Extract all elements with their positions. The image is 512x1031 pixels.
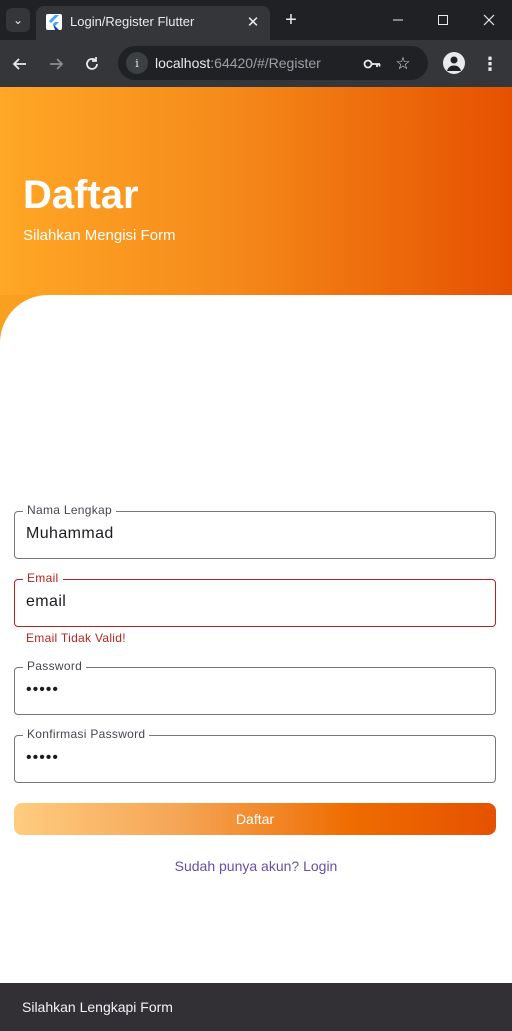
email-value: email (26, 593, 67, 610)
page-title: Daftar (23, 173, 139, 217)
snackbar-message: Silahkan Lengkapi Form (22, 999, 173, 1015)
tab-search-button[interactable]: ⌄ (6, 8, 30, 32)
page-header: Daftar Silahkan Mengisi Form (0, 87, 512, 295)
password-label: Password (23, 659, 87, 673)
minimize-icon[interactable] (383, 6, 413, 34)
email-label: Email (23, 571, 63, 585)
forward-arrow-icon[interactable] (42, 50, 70, 78)
maximize-icon[interactable] (428, 6, 458, 34)
new-tab-button[interactable]: + (279, 8, 303, 32)
bookmark-star-icon[interactable]: ☆ (392, 53, 414, 75)
back-arrow-icon[interactable] (6, 50, 34, 78)
url-text[interactable]: localhost:64420/#/Register (155, 55, 321, 71)
email-field[interactable]: Email email (14, 571, 496, 627)
more-menu-icon[interactable]: ⋮ (480, 50, 500, 78)
page-subtitle: Silahkan Mengisi Form (23, 227, 176, 244)
confirm-password-field[interactable]: Konfirmasi Password ••••• (14, 727, 496, 783)
password-value: ••••• (26, 681, 60, 698)
reload-icon[interactable] (78, 50, 106, 78)
confirm-password-label: Konfirmasi Password (23, 727, 150, 741)
window-close-icon[interactable] (474, 6, 504, 34)
full-name-label: Nama Lengkap (23, 503, 116, 517)
full-name-value: Muhammad (26, 525, 114, 542)
flutter-favicon-icon (46, 14, 62, 30)
email-error-text: Email Tidak Valid! (26, 631, 126, 645)
password-field[interactable]: Password ••••• (14, 659, 496, 715)
browser-toolbar: i localhost:64420/#/Register ☆ ⋮ (0, 40, 512, 87)
chevron-down-icon: ⌄ (12, 13, 24, 27)
address-bar[interactable]: i localhost:64420/#/Register ☆ (118, 46, 428, 80)
tab-title: Login/Register Flutter (70, 14, 195, 29)
browser-tab[interactable]: Login/Register Flutter ✕ (36, 6, 270, 40)
close-tab-icon[interactable]: ✕ (242, 11, 264, 33)
browser-tabstrip: ⌄ Login/Register Flutter ✕ + (0, 0, 512, 40)
confirm-password-value: ••••• (26, 749, 60, 766)
snackbar: Silahkan Lengkapi Form (0, 983, 512, 1031)
site-info-icon[interactable]: i (126, 52, 148, 74)
login-link[interactable]: Sudah punya akun? Login (0, 858, 512, 874)
profile-avatar-icon[interactable] (443, 52, 465, 74)
password-key-icon[interactable] (362, 54, 382, 74)
full-name-field[interactable]: Nama Lengkap Muhammad (14, 503, 496, 559)
register-button[interactable]: Daftar (14, 803, 496, 835)
